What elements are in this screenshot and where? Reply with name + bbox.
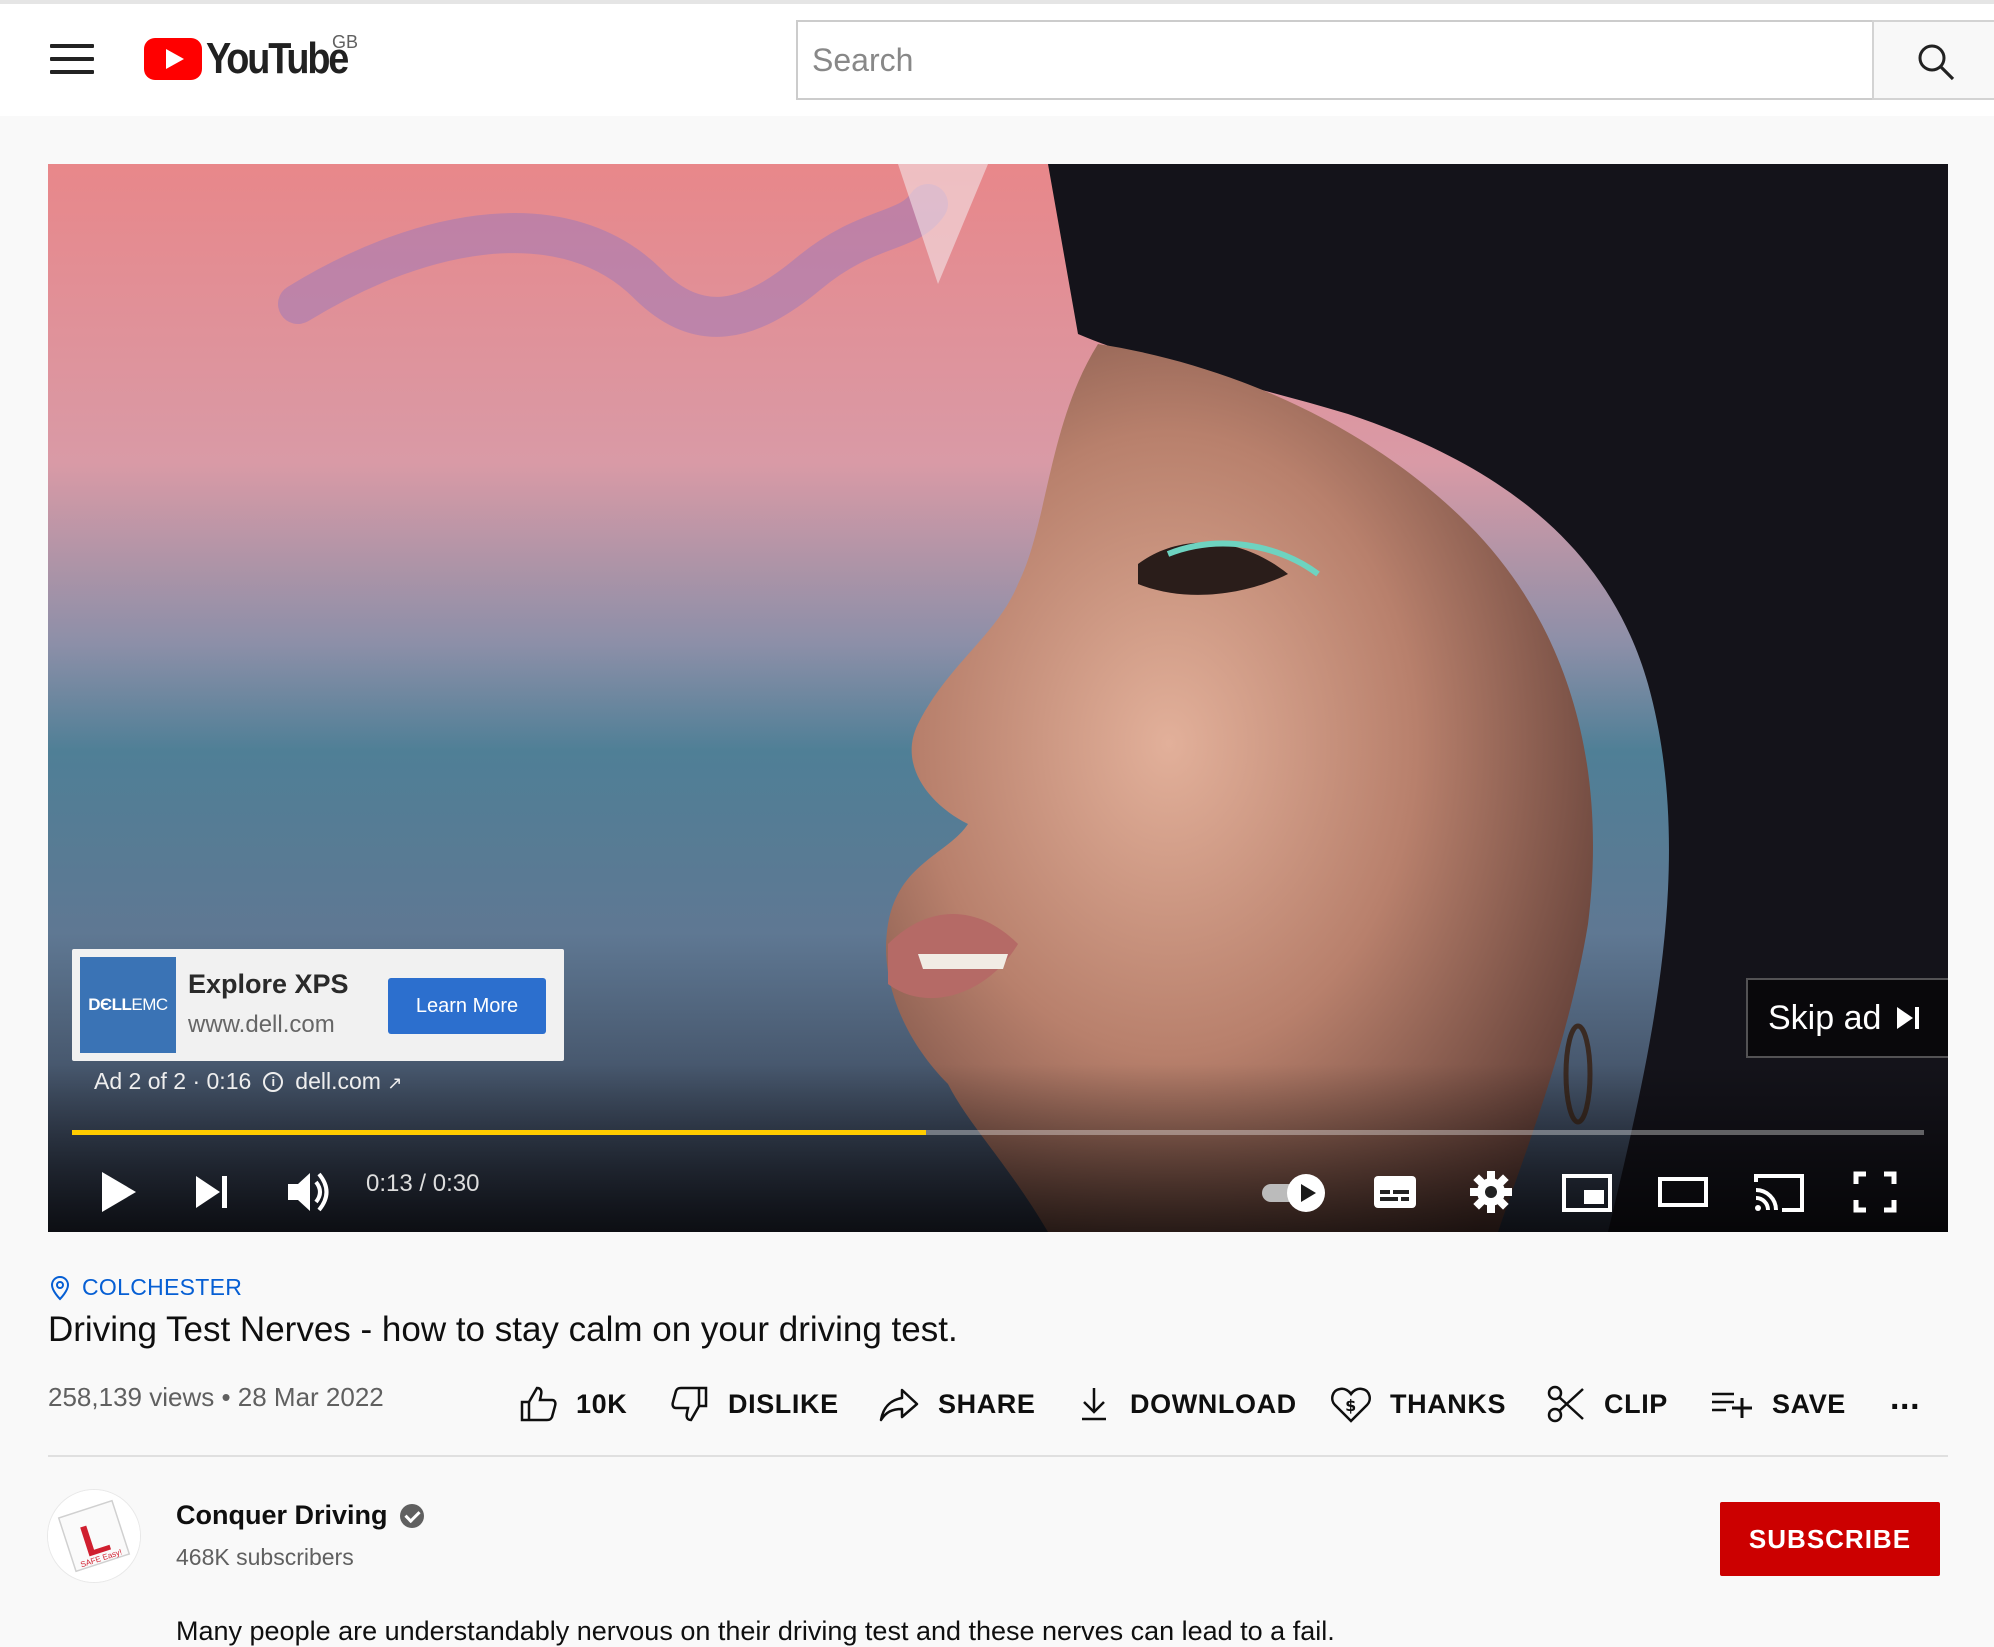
cast-icon[interactable]: [1752, 1164, 1806, 1220]
like-button[interactable]: 10K: [518, 1380, 627, 1428]
play-icon[interactable]: [98, 1164, 142, 1220]
download-button[interactable]: DOWNLOAD: [1076, 1380, 1297, 1428]
video-title: Driving Test Nerves - how to stay calm o…: [48, 1310, 958, 1349]
settings-gear-icon[interactable]: [1466, 1164, 1516, 1220]
volume-icon[interactable]: [284, 1164, 334, 1220]
location-pin-icon: [50, 1275, 70, 1300]
thanks-button[interactable]: $ THANKS: [1330, 1380, 1506, 1428]
progress-bar-played: [72, 1130, 926, 1135]
ad-url: www.dell.com: [188, 1011, 335, 1038]
location-link[interactable]: COLCHESTER: [50, 1274, 242, 1301]
skip-next-icon: [1897, 1007, 1920, 1029]
more-actions-icon[interactable]: ...: [1890, 1374, 1920, 1422]
search-icon: [1918, 44, 1955, 81]
external-link-icon: ↗: [387, 1073, 403, 1093]
time-display: 0:13 / 0:30: [366, 1170, 480, 1197]
dell-emc-logo: DЄLL EMC: [80, 957, 176, 1053]
theater-mode-icon[interactable]: [1656, 1164, 1710, 1220]
thumbs-down-icon: [671, 1386, 708, 1422]
info-icon[interactable]: i: [263, 1071, 284, 1092]
hamburger-menu-icon[interactable]: [50, 44, 94, 78]
ad-info-bar: Ad 2 of 2 · 0:16 i dell.com ↗: [94, 1068, 402, 1095]
fullscreen-icon[interactable]: [1852, 1164, 1898, 1220]
progress-bar[interactable]: [72, 1130, 1924, 1135]
skip-ad-button[interactable]: Skip ad: [1746, 978, 1948, 1058]
clip-button[interactable]: CLIP: [1546, 1380, 1668, 1428]
ad-domain-link[interactable]: dell.com ↗: [295, 1068, 402, 1095]
scissors-icon: [1547, 1385, 1584, 1423]
subtitles-icon[interactable]: [1370, 1164, 1420, 1220]
country-code: GB: [332, 32, 359, 52]
youtube-play-icon: [144, 38, 202, 80]
ad-title: Explore XPS: [188, 969, 349, 999]
share-label: SHARE: [938, 1388, 1036, 1419]
ad-overlay-card[interactable]: DЄLL EMC Explore XPS www.dell.com Learn M…: [72, 949, 564, 1061]
verified-badge-icon: [399, 1503, 424, 1528]
dislike-label: DISLIKE: [728, 1388, 839, 1419]
skip-ad-label: Skip ad: [1768, 998, 1882, 1037]
dislike-button[interactable]: DISLIKE: [670, 1380, 839, 1428]
channel-name: Conquer Driving: [176, 1500, 388, 1530]
subscriber-count: 468K subscribers: [176, 1544, 354, 1570]
learn-more-button[interactable]: Learn More: [388, 978, 546, 1034]
clip-label: CLIP: [1604, 1388, 1668, 1419]
download-icon: [1082, 1388, 1106, 1421]
search-button[interactable]: [1872, 20, 1994, 100]
svg-text:$: $: [1345, 1396, 1357, 1415]
ad-position: Ad 2 of 2 · 0:16: [94, 1068, 252, 1094]
logo-text: YouTube: [206, 34, 349, 83]
masthead: YouTube GB: [0, 4, 1994, 116]
divider: [48, 1455, 1948, 1457]
search-input[interactable]: [812, 41, 1874, 79]
miniplayer-icon[interactable]: [1560, 1164, 1614, 1220]
search-box: [796, 20, 1874, 100]
video-description: Many people are understandably nervous o…: [176, 1616, 1335, 1646]
share-button[interactable]: SHARE: [878, 1380, 1036, 1428]
download-label: DOWNLOAD: [1130, 1388, 1297, 1419]
channel-name-link[interactable]: Conquer Driving: [176, 1500, 424, 1531]
location-label: COLCHESTER: [82, 1274, 243, 1300]
next-icon[interactable]: [192, 1164, 236, 1220]
like-count: 10K: [576, 1388, 628, 1419]
channel-avatar[interactable]: L SAFE Easy!: [48, 1490, 140, 1582]
autoplay-toggle-icon[interactable]: [1258, 1164, 1332, 1220]
thumbs-up-icon: [520, 1386, 557, 1422]
views-and-date: 258,139 views • 28 Mar 2022: [48, 1382, 384, 1412]
video-player[interactable]: DЄLL EMC Explore XPS www.dell.com Learn M…: [48, 164, 1948, 1232]
share-arrow-icon: [879, 1388, 919, 1422]
heart-dollar-icon: $: [1331, 1387, 1371, 1423]
subscribe-button[interactable]: SUBSCRIBE: [1720, 1502, 1940, 1576]
save-button[interactable]: SAVE: [1710, 1380, 1846, 1428]
thanks-label: THANKS: [1390, 1388, 1507, 1419]
playlist-add-icon: [1712, 1392, 1752, 1418]
save-label: SAVE: [1772, 1388, 1846, 1419]
